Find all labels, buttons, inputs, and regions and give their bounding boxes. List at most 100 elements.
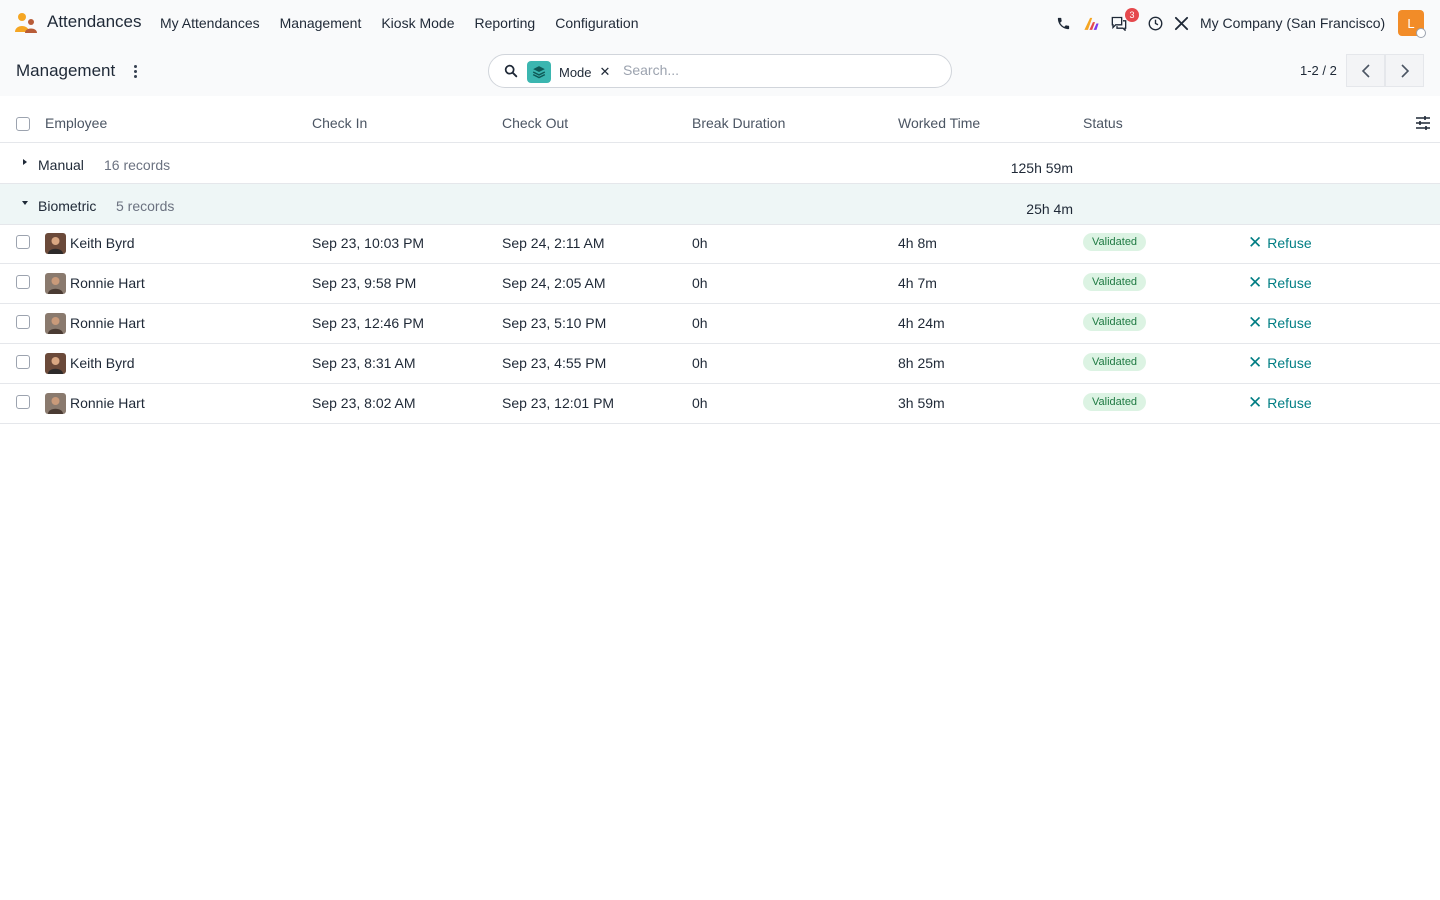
layers-icon [527,61,551,83]
app-name[interactable]: Attendances [47,12,142,32]
employee-avatar [45,233,66,254]
pager-next-button[interactable] [1385,54,1424,87]
row-checkbox[interactable] [16,275,30,289]
menu-my-attendances[interactable]: My Attendances [160,15,260,31]
refuse-button[interactable]: ✕ Refuse [1248,313,1312,332]
group-count: 16 records [104,157,171,173]
actions-menu-icon[interactable] [128,62,142,80]
refuse-label: Refuse [1267,235,1312,251]
check-in: Sep 23, 8:02 AM [312,395,416,411]
column-worked-time[interactable]: Worked Time [898,115,980,131]
search-input[interactable] [623,62,923,78]
chevron-right-icon [1400,63,1409,78]
employee-avatar [45,273,66,294]
user-status-indicator [1416,28,1426,38]
page-title: Management [16,61,116,80]
refuse-button[interactable]: ✕ Refuse [1248,233,1312,252]
check-out: Sep 23, 5:10 PM [502,315,607,331]
menu-kiosk-mode[interactable]: Kiosk Mode [381,15,454,31]
refuse-label: Refuse [1267,275,1312,291]
menu-configuration[interactable]: Configuration [555,15,638,31]
status-badge: Validated [1083,233,1147,251]
optional-columns-icon[interactable] [1415,116,1431,130]
search-icon[interactable] [503,63,519,79]
refuse-label: Refuse [1267,395,1312,411]
main-menu: My Attendances Management Kiosk Mode Rep… [160,15,658,31]
refuse-button[interactable]: ✕ Refuse [1248,353,1312,372]
row-checkbox[interactable] [16,235,30,249]
check-out: Sep 24, 2:11 AM [502,235,605,251]
table-row[interactable]: Ronnie Hart Sep 23, 8:02 AM Sep 23, 12:0… [0,384,1440,424]
phone-icon[interactable] [1054,14,1072,32]
clock-icon[interactable] [1146,14,1164,32]
employee-avatar [45,393,66,414]
facet-label: Mode [559,64,592,80]
break-duration: 0h [692,315,708,331]
group-by-facet[interactable]: Mode ✕ [527,60,610,84]
attendances-app-icon[interactable] [14,11,38,35]
group-name: Manual [38,157,84,173]
column-check-out[interactable]: Check Out [502,115,568,131]
break-duration: 0h [692,235,708,251]
pager-previous-button[interactable] [1346,54,1385,87]
status-badge: Validated [1083,313,1147,331]
tools-icon[interactable] [1172,14,1190,32]
top-navbar: Attendances My Attendances Management Ki… [0,0,1440,46]
employee-name[interactable]: Keith Byrd [70,235,135,251]
break-duration: 0h [692,395,708,411]
close-icon: ✕ [1248,353,1263,372]
column-break-duration[interactable]: Break Duration [692,115,785,131]
status-badge: Validated [1083,393,1147,411]
row-checkbox[interactable] [16,315,30,329]
close-icon: ✕ [1248,313,1263,332]
group-row-manual[interactable]: Manual 16 records 125h 59m [0,143,1440,184]
menu-reporting[interactable]: Reporting [475,15,536,31]
employee-name[interactable]: Ronnie Hart [70,395,145,411]
close-icon: ✕ [1248,273,1263,292]
refuse-button[interactable]: ✕ Refuse [1248,394,1312,411]
worked-time: 4h 7m [898,275,937,291]
group-total-worked: 125h 59m [1010,160,1073,176]
ai-icon[interactable] [1082,14,1100,32]
caret-right-icon [23,159,27,165]
table-row[interactable]: Keith Byrd Sep 23, 10:03 PM Sep 24, 2:11… [0,224,1440,264]
refuse-button[interactable]: ✕ Refuse [1248,273,1312,292]
check-in: Sep 23, 12:46 PM [312,315,425,331]
check-in: Sep 23, 8:31 AM [312,355,416,371]
refuse-label: Refuse [1267,315,1312,331]
status-badge: Validated [1083,353,1147,371]
company-switcher[interactable]: My Company (San Francisco) [1200,15,1385,31]
check-out: Sep 23, 4:55 PM [502,355,607,371]
employee-avatar [45,353,66,374]
employee-avatar [45,313,66,334]
caret-down-icon [22,201,28,205]
column-check-in[interactable]: Check In [312,115,367,131]
row-checkbox[interactable] [16,395,30,409]
remove-facet-icon[interactable]: ✕ [600,64,611,80]
break-duration: 0h [692,355,708,371]
column-employee[interactable]: Employee [45,115,107,131]
group-count: 5 records [116,198,175,214]
employee-name[interactable]: Keith Byrd [70,355,135,371]
worked-time: 3h 59m [898,395,945,411]
menu-management[interactable]: Management [280,15,362,31]
group-total-worked: 25h 4m [1026,201,1073,217]
pager-value[interactable]: 1-2 / 2 [1300,63,1337,78]
table-row[interactable]: Keith Byrd Sep 23, 8:31 AM Sep 23, 4:55 … [0,344,1440,384]
column-status[interactable]: Status [1083,115,1123,131]
worked-time: 8h 25m [898,355,945,371]
employee-name[interactable]: Ronnie Hart [70,315,145,331]
search-bar[interactable]: Mode ✕ [488,54,952,88]
worked-time: 4h 8m [898,235,937,251]
check-out: Sep 24, 2:05 AM [502,275,606,291]
group-name: Biometric [38,198,97,214]
close-icon: ✕ [1248,233,1263,252]
table-row[interactable]: Ronnie Hart Sep 23, 12:46 PM Sep 23, 5:1… [0,304,1440,344]
check-in: Sep 23, 9:58 PM [312,275,417,291]
employee-name[interactable]: Ronnie Hart [70,275,145,291]
row-checkbox[interactable] [16,355,30,369]
group-row-biometric[interactable]: Biometric 5 records 25h 4m [0,184,1440,225]
control-panel: Management Mode ✕ 1-2 / 2 [0,46,1440,96]
table-row[interactable]: Ronnie Hart Sep 23, 9:58 PM Sep 24, 2:05… [0,264,1440,304]
select-all-checkbox[interactable] [16,117,30,131]
